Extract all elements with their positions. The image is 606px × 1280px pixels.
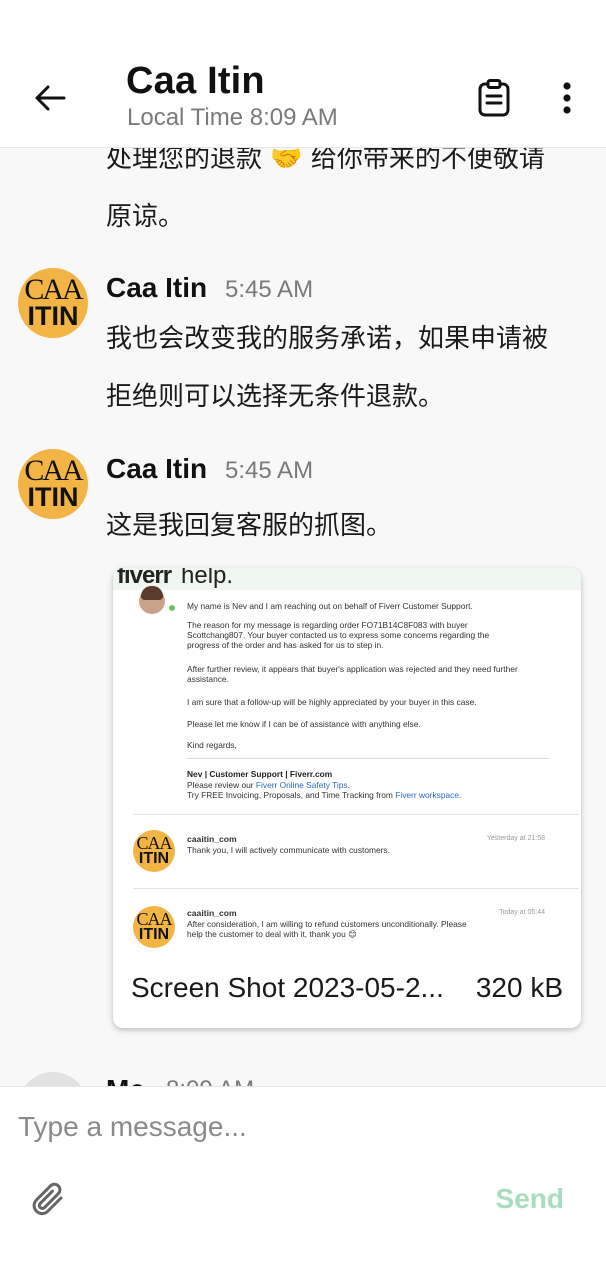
avatar[interactable]: CAA ITIN [18,449,88,519]
contact-name[interactable]: Caa Itin [126,60,265,103]
ss-reply-text: After consideration, I am willing to ref… [187,919,467,929]
support-agent-hair [141,586,163,600]
avatar-text: CAA [136,833,172,853]
my-avatar[interactable] [18,1072,88,1086]
avatar-text: ITIN [138,926,170,943]
divider [187,758,549,759]
message-time: 5:45 AM [225,276,314,303]
ss-review: Please review our Fiverr Online Safety T… [187,780,557,790]
sender-name: Caa Itin [106,453,208,484]
more-options-button[interactable] [552,78,582,118]
sender-name: Caa Itin [106,272,208,303]
ss-para1-1: The reason for my message is regarding o… [187,620,468,630]
ss-reply-name: caaitin_com [187,908,237,918]
avatar[interactable]: CAA ITIN [18,268,88,338]
ss-intro: My name is Nev and I am reaching out on … [187,601,473,611]
divider [133,888,579,889]
message-time: 5:45 AM [225,457,314,484]
ss-reply-time: Yesterday at 21:58 [486,835,545,842]
local-time: Local Time 8:09 AM [127,104,338,131]
avatar-text: ITIN [138,850,170,867]
fiverr-logo: fiverr [117,568,172,589]
ss-para2-2: assistance. [187,674,229,684]
screenshot-thumbnail[interactable]: fiverr help. My name is Nev and I am rea… [113,568,581,958]
ss-workspace-link: Fiverr workspace [395,790,459,800]
message-text: 处理您的退款 🤝 给你带来的不便敬请 原谅。 [106,148,586,246]
paperclip-icon [32,1182,63,1216]
message-time: 8:09 AM [166,1076,254,1086]
order-clipboard-button[interactable] [472,76,516,120]
ss-safety-tips-link: Fiverr Online Safety Tips [255,780,348,790]
message-composer: Send [0,1086,606,1280]
ss-para2-1: After further review, it appears that bu… [187,664,518,674]
message-input[interactable] [18,1105,588,1149]
ss-reply-time: Today at 05:44 [499,909,545,916]
ss-review-suffix: . [347,780,350,790]
message-line: 处理您的退款 🤝 给你带来的不便敬请 [106,148,545,174]
help-text: help. [181,568,234,589]
message-line: 拒绝则可以选择无条件退款。 [106,382,445,412]
ss-try-suffix: . [458,790,462,800]
ss-signature: Nev | Customer Support | Fiverr.com [187,769,557,779]
online-status-icon [167,603,177,613]
ss-para1-2: Scottchang807. Your buyer contacted us t… [187,630,490,640]
ss-para3: I am sure that a follow-up will be highl… [187,697,477,707]
divider [133,814,579,815]
arrow-left-icon [35,85,66,111]
message-text: 这是我回复客服的抓图。 [106,511,393,541]
clipboard-icon [478,79,510,117]
ss-reply-name: caaitin_com [187,834,237,844]
ss-para4: Please let me know if I can be of assist… [187,719,421,729]
chat-header: Caa Itin Local Time 8:09 AM [0,0,606,148]
attach-file-button[interactable] [28,1179,70,1221]
ss-closing: Kind regards, [187,740,237,750]
attachment-card[interactable]: fiverr help. My name is Nev and I am rea… [113,568,581,1028]
ss-reply-avatar: CAA ITIN [133,830,175,872]
avatar-text: CAA [24,273,83,306]
more-vertical-icon [563,82,571,114]
send-button[interactable]: Send [496,1183,564,1215]
ss-reply-text: help the customer to deal with it, thank… [187,929,357,939]
attachment-file-size: 320 kB [475,972,563,1003]
avatar-text: CAA [136,909,172,929]
avatar-text: ITIN [27,482,79,512]
ss-reply-text: Thank you, I will actively communicate w… [187,845,390,855]
message-list[interactable]: 处理您的退款 🤝 给你带来的不便敬请 原谅。 CAA ITIN Caa Itin… [0,148,606,1086]
message-line: 我也会改变我的服务承诺，如果申请被 [106,324,549,354]
sender-name: Me [106,1074,145,1086]
message-line: 原谅。 [106,202,185,232]
message-text: 我也会改变我的服务承诺，如果申请被 拒绝则可以选择无条件退款。 [106,310,586,426]
ss-signature-text: Nev | Customer Support | Fiverr.com [187,769,333,779]
avatar-text: ITIN [27,301,79,331]
back-button[interactable] [28,78,72,118]
ss-para1-3: progress of the order and has asked for … [187,640,384,650]
ss-reply-avatar: CAA ITIN [133,906,175,948]
ss-review-prefix: Please review our [187,780,256,790]
ss-try: Try FREE Invoicing, Proposals, and Time … [187,790,557,800]
ss-try-prefix: Try FREE Invoicing, Proposals, and Time … [187,790,396,800]
attachment-file-name[interactable]: Screen Shot 2023-05-2... [131,972,461,1004]
avatar-text: CAA [24,454,83,487]
